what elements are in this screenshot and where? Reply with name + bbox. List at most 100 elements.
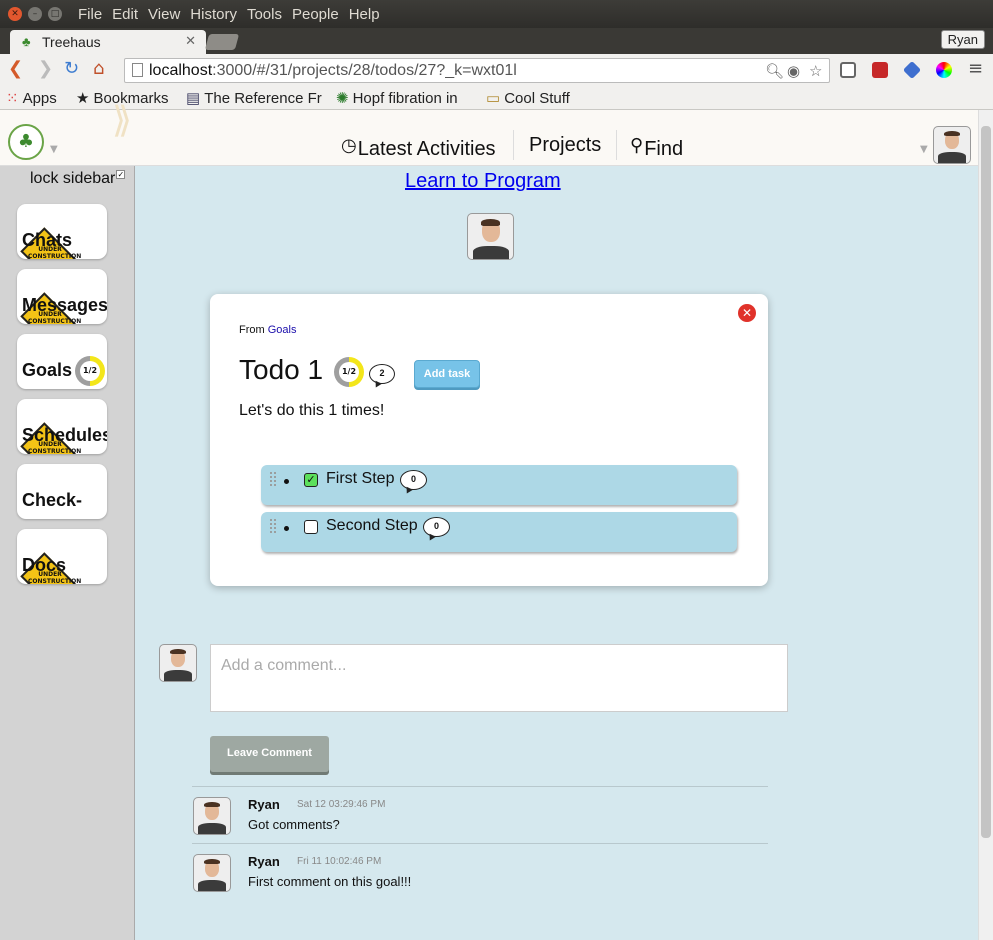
step-checkbox[interactable]: ✓ bbox=[304, 473, 318, 487]
menu-tools[interactable]: Tools bbox=[247, 6, 282, 23]
folder-icon: ▭ bbox=[486, 90, 501, 107]
comment-timestamp: Fri 11 10:02:46 PM bbox=[297, 856, 382, 867]
add-task-button[interactable]: Add task bbox=[414, 360, 480, 388]
comment-count-icon[interactable]: 0 bbox=[400, 470, 427, 490]
comment-author[interactable]: Ryan bbox=[248, 797, 280, 812]
address-bar[interactable]: localhost:3000/#/31/projects/28/todos/27… bbox=[124, 58, 830, 83]
scrollbar-thumb[interactable] bbox=[981, 126, 991, 838]
treehaus-favicon-icon: ♣ bbox=[22, 34, 31, 49]
menu-people[interactable]: People bbox=[292, 6, 339, 23]
comment-timestamp: Sat 12 03:29:46 PM bbox=[297, 799, 386, 810]
lock-sidebar-checkbox[interactable]: ✓ bbox=[116, 170, 126, 179]
drag-handle-icon[interactable] bbox=[269, 471, 277, 487]
app-menu: File Edit View History Tools People Help bbox=[78, 6, 390, 23]
tab-close-icon[interactable]: ✕ bbox=[185, 33, 196, 49]
extension-diamond-icon[interactable] bbox=[902, 60, 922, 80]
os-menu-bar: ✕ – □ File Edit View History Tools Peopl… bbox=[0, 0, 993, 28]
sidebar-item-checklists[interactable]: Check- bbox=[17, 464, 107, 519]
avatar bbox=[159, 644, 197, 682]
divider bbox=[192, 786, 768, 787]
page-icon: ▤ bbox=[186, 90, 201, 107]
menu-icon[interactable]: ≡ bbox=[968, 59, 983, 79]
chevron-down-icon[interactable]: ▼ bbox=[920, 144, 928, 155]
course-link[interactable]: Learn to Program bbox=[405, 170, 561, 193]
tab-title: Treehaus bbox=[42, 34, 101, 50]
home-icon[interactable]: ⌂ bbox=[93, 59, 104, 79]
reload-icon[interactable]: ↻ bbox=[64, 59, 79, 79]
chevron-down-icon[interactable]: ▼ bbox=[50, 144, 58, 155]
zoom-icon[interactable]: 🔍︎ bbox=[765, 62, 784, 80]
comment-author[interactable]: Ryan bbox=[248, 854, 280, 869]
forward-icon[interactable]: ❯ bbox=[38, 59, 53, 79]
clock-icon: ◷ bbox=[341, 135, 357, 155]
bookmark-reference-frame[interactable]: ▤ The Reference Fr bbox=[186, 89, 322, 107]
scrollbar[interactable] bbox=[978, 110, 993, 940]
nav-projects[interactable]: Projects bbox=[529, 129, 601, 161]
sidebar-item-docs[interactable]: UNDER CONSTRUCTION Docs bbox=[17, 529, 107, 584]
app-header: ♣ ▼ ◷Latest Activities Projects ⚲Find ▼ bbox=[0, 110, 978, 166]
star-icon: ★ bbox=[76, 90, 90, 107]
nav-latest-activities[interactable]: ◷Latest Activities bbox=[341, 129, 496, 161]
avatar bbox=[193, 854, 231, 892]
search-icon: ⚲ bbox=[630, 135, 644, 155]
treehaus-logo-icon[interactable]: ♣ bbox=[8, 124, 44, 160]
window-maximize-icon[interactable]: □ bbox=[48, 7, 62, 21]
todo-description: Let's do this 1 times! bbox=[239, 402, 385, 419]
nav-divider bbox=[513, 130, 514, 160]
bookmark-hopf[interactable]: ✺ Hopf fibration in bbox=[336, 89, 458, 107]
sidebar-item-messages[interactable]: UNDER CONSTRUCTION Messages bbox=[17, 269, 107, 324]
window-close-icon[interactable]: ✕ bbox=[8, 7, 22, 21]
back-icon[interactable]: ❮ bbox=[8, 59, 23, 79]
apps-grid-icon: ⁙ bbox=[6, 90, 19, 107]
todo-progress-ring: 1/2 bbox=[334, 357, 364, 387]
sidebar-expand-icon[interactable]: ⟫ bbox=[112, 100, 132, 141]
nav-find[interactable]: ⚲Find bbox=[630, 129, 683, 161]
sidebar: lock sidebar ✓ UNDER CONSTRUCTION Chats U… bbox=[0, 166, 135, 940]
list-item[interactable]: Second Step 0 bbox=[261, 512, 737, 552]
avatar bbox=[193, 797, 231, 835]
divider bbox=[192, 843, 768, 844]
close-icon[interactable]: ✕ bbox=[738, 304, 756, 322]
bullet-icon bbox=[284, 526, 289, 531]
menu-file[interactable]: File bbox=[78, 6, 102, 23]
goals-progress-ring: 1/2 bbox=[75, 356, 105, 386]
drag-handle-icon[interactable] bbox=[269, 518, 277, 534]
goals-link[interactable]: Goals bbox=[268, 324, 297, 336]
comment-body: Got comments? bbox=[248, 817, 340, 832]
menu-edit[interactable]: Edit bbox=[112, 6, 138, 23]
bookmark-apps[interactable]: ⁙ Apps bbox=[6, 89, 57, 107]
sidebar-item-goals[interactable]: Goals 1/2 bbox=[17, 334, 107, 389]
color-wheel-icon[interactable] bbox=[936, 62, 952, 78]
bookmarks-bar: ⁙ Apps ★ Bookmarks ▤ The Reference Fr ✺ Hopf… bbox=[0, 86, 993, 110]
cast-icon[interactable] bbox=[840, 62, 856, 78]
comment-count-icon[interactable]: 0 bbox=[423, 517, 450, 537]
extension-book-icon[interactable] bbox=[872, 62, 888, 78]
menu-history[interactable]: History bbox=[190, 6, 237, 23]
todo-card: ✕ From Goals Todo 1 1/2 2 Add task Let's… bbox=[210, 294, 768, 586]
comment-input[interactable]: Add a comment... bbox=[210, 644, 788, 712]
breadcrumb: From Goals bbox=[239, 324, 297, 336]
bookmark-star-icon[interactable]: ☆ bbox=[809, 62, 822, 80]
sidebar-item-chats[interactable]: UNDER CONSTRUCTION Chats bbox=[17, 204, 107, 259]
menu-help[interactable]: Help bbox=[349, 6, 380, 23]
sidebar-item-schedules[interactable]: UNDER CONSTRUCTION Schedules bbox=[17, 399, 107, 454]
nav-divider bbox=[616, 130, 617, 160]
leave-comment-button[interactable]: Leave Comment bbox=[210, 736, 329, 772]
comment-count-icon[interactable]: 2 bbox=[369, 364, 395, 384]
tab-strip: ♣ Treehaus ✕ Ryan bbox=[0, 28, 993, 54]
menu-view[interactable]: View bbox=[148, 6, 180, 23]
new-tab-button[interactable] bbox=[204, 34, 240, 50]
list-item[interactable]: ✓ First Step 0 bbox=[261, 465, 737, 505]
step-checkbox[interactable] bbox=[304, 520, 318, 534]
comment-body: First comment on this goal!!! bbox=[248, 874, 412, 889]
lock-sidebar-toggle[interactable]: lock sidebar ✓ bbox=[30, 170, 126, 188]
user-avatar[interactable] bbox=[933, 126, 971, 164]
profile-button[interactable]: Ryan bbox=[940, 30, 985, 49]
bullet-icon bbox=[284, 479, 289, 484]
browser-tab[interactable]: ♣ Treehaus ✕ bbox=[10, 30, 206, 54]
extension-bulb-icon[interactable]: ◉ bbox=[787, 62, 800, 80]
bookmark-cool-stuff[interactable]: ▭ Cool Stuff bbox=[486, 89, 570, 107]
url-text: localhost:3000/#/31/projects/28/todos/27… bbox=[149, 62, 517, 79]
page-icon bbox=[132, 63, 143, 77]
window-minimize-icon[interactable]: – bbox=[28, 7, 42, 21]
